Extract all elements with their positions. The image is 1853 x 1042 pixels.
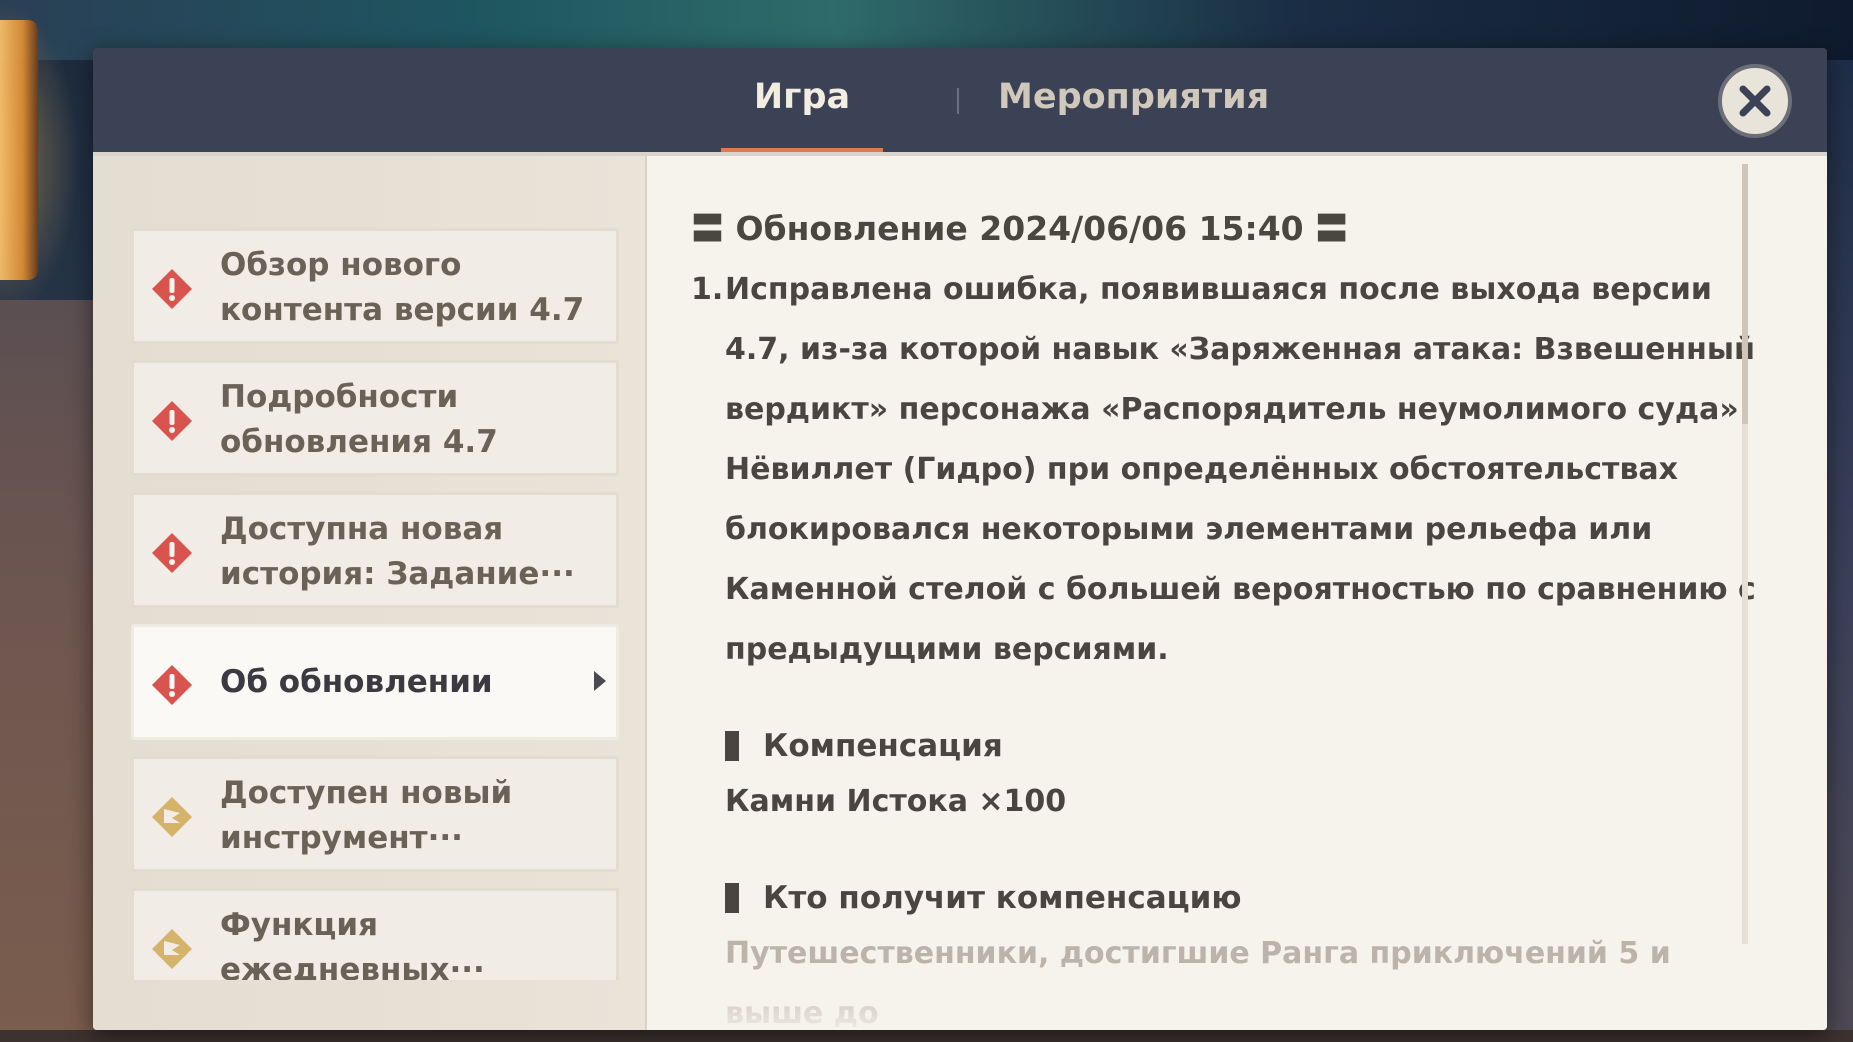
tab-divider (957, 88, 959, 114)
notice-item-label: Об обновлении (220, 664, 493, 700)
content-scrollbar[interactable] (1742, 164, 1748, 944)
tab-events-label: Мероприятия (998, 77, 1270, 117)
compensation-text: Камни Истока ×100 (725, 784, 1067, 819)
tab-events[interactable]: Мероприятия (998, 74, 1298, 152)
notice-sidebar: Обзор нового контента версии 4.7 Подробн… (93, 156, 647, 1030)
update-heading: 〓 Обновление 2024/06/06 15:40 〓 (691, 209, 1349, 248)
notices-dialog: Игра Мероприятия Обзор нового контента в… (93, 48, 1827, 1030)
tab-active-underline (721, 148, 883, 152)
notice-item-label: Доступна новая история: Задание··· (220, 511, 575, 592)
fix-item-text: Исправлена ошибка, появившаяся после вых… (725, 272, 1756, 667)
close-button[interactable] (1718, 64, 1792, 138)
background-lamp (0, 20, 38, 280)
chevron-right-icon (594, 671, 606, 691)
list-number: 1. (691, 272, 724, 307)
alert-diamond-icon (152, 401, 192, 441)
notice-item-about-update[interactable]: Об обновлении (131, 624, 619, 740)
background-floor (0, 1030, 1853, 1042)
flag-diamond-icon (152, 797, 192, 837)
fix-item-1: 1. Исправлена ошибка, появившаяся после … (691, 260, 1771, 680)
compensation-section-title: Компенсация (691, 720, 1771, 772)
notice-item-content-overview[interactable]: Обзор нового контента версии 4.7 (131, 228, 619, 344)
notice-item-label: Доступен новый инструмент··· (220, 775, 513, 856)
notice-item-new-story[interactable]: Доступна новая история: Задание··· (131, 492, 619, 608)
background-left-wall (0, 300, 94, 1042)
content-fade (647, 970, 1827, 1030)
section-bar (725, 883, 739, 913)
alert-diamond-icon (152, 665, 192, 705)
background-right-wall (1823, 60, 1853, 1042)
section-bar (725, 731, 739, 761)
notice-item-label: Функция ежедневных··· (220, 907, 485, 980)
alert-diamond-icon (152, 269, 192, 309)
recipients-section-title: Кто получит компенсацию (691, 872, 1771, 924)
recipients-title-text: Кто получит компенсацию (763, 880, 1242, 916)
notice-item-update-details[interactable]: Подробности обновления 4.7 (131, 360, 619, 476)
notice-item-daily-function[interactable]: Функция ежедневных··· (131, 888, 619, 980)
dialog-body: Обзор нового контента версии 4.7 Подробн… (93, 156, 1827, 1030)
notice-article: 〓 Обновление 2024/06/06 15:40 〓 1. Испра… (691, 204, 1771, 1030)
tab-game-label: Игра (753, 77, 851, 117)
scrollbar-thumb[interactable] (1742, 164, 1748, 424)
notice-item-label: Обзор нового контента версии 4.7 (220, 247, 585, 328)
notice-item-new-instrument[interactable]: Доступен новый инструмент··· (131, 756, 619, 872)
tab-game[interactable]: Игра (721, 74, 883, 152)
alert-diamond-icon (152, 533, 192, 573)
notice-content[interactable]: 〓 Обновление 2024/06/06 15:40 〓 1. Испра… (647, 156, 1827, 1030)
close-x-icon (1739, 85, 1771, 117)
compensation-title-text: Компенсация (763, 728, 1003, 764)
notice-list[interactable]: Обзор нового контента версии 4.7 Подробн… (131, 228, 619, 980)
dialog-header: Игра Мероприятия (93, 48, 1827, 156)
notice-item-label: Подробности обновления 4.7 (220, 379, 498, 460)
flag-diamond-icon (152, 929, 192, 969)
